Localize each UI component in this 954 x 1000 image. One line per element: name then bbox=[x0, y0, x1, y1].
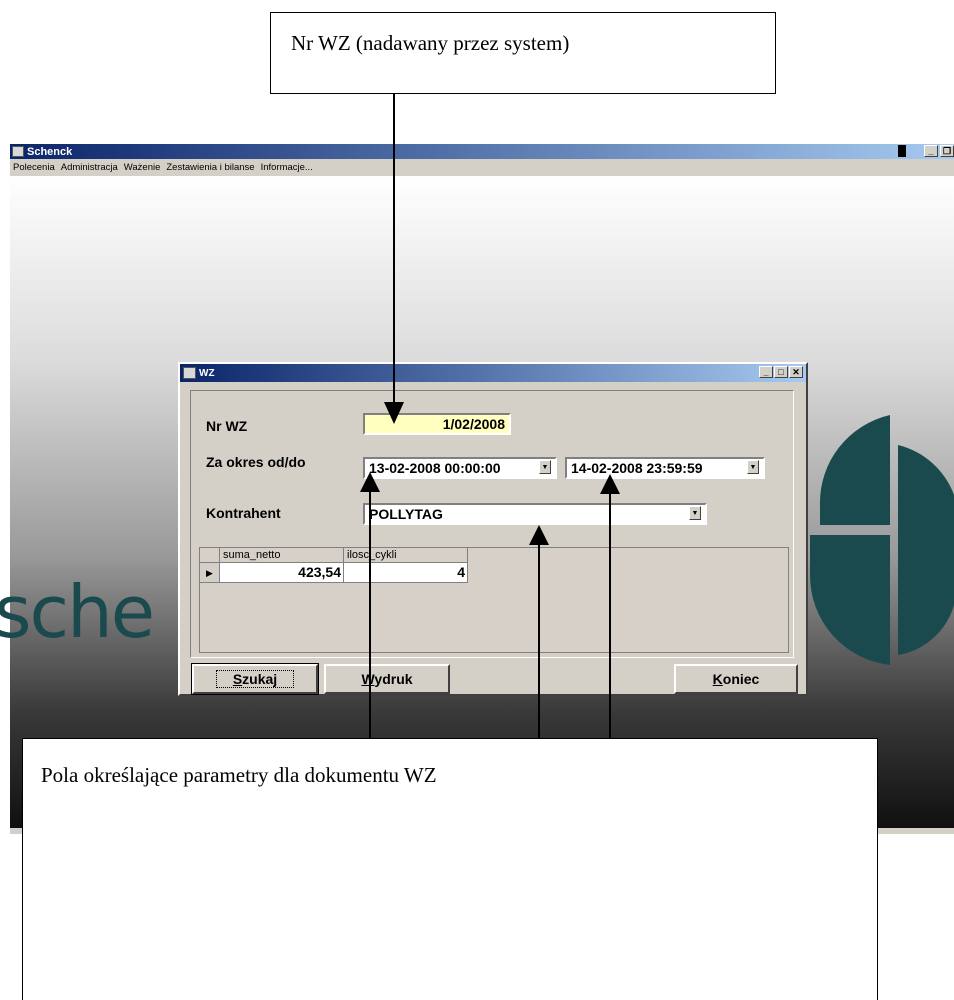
wydruk-button[interactable]: Wydruk bbox=[324, 664, 450, 694]
wz-window-controls: _ □ ✕ bbox=[759, 366, 803, 378]
label-kontrahent: Kontrahent bbox=[206, 505, 281, 521]
row-indicator-icon: ▶ bbox=[200, 563, 220, 583]
date-to-value: 14-02-2008 23:59:59 bbox=[571, 460, 703, 476]
annotation-bottom-callout: Pola określające parametry dla dokumentu… bbox=[22, 738, 878, 1000]
szukaj-button[interactable]: Szukaj bbox=[191, 663, 319, 695]
label-nr-wz: Nr WZ bbox=[206, 418, 248, 434]
table-row[interactable]: ▶ 423,54 4 bbox=[200, 563, 468, 583]
annotation-top-callout: Nr WZ (nadawany przez system) bbox=[270, 12, 776, 94]
black-marker bbox=[898, 145, 906, 157]
szukaj-label: Szukaj bbox=[215, 670, 295, 688]
annotation-bottom-text: Pola określające parametry dla dokumentu… bbox=[41, 763, 437, 787]
close-icon[interactable]: ✕ bbox=[789, 366, 803, 378]
koniec-button[interactable]: Koniec bbox=[674, 664, 798, 694]
wz-titlebar: WZ _ □ ✕ bbox=[180, 364, 806, 382]
date-from-picker[interactable]: 13-02-2008 00:00:00 ▼ bbox=[363, 457, 557, 479]
annotation-top-text: Nr WZ (nadawany przez system) bbox=[291, 31, 570, 55]
wz-title: WZ bbox=[199, 367, 215, 379]
grid-corner bbox=[200, 548, 220, 563]
col-header-ilosc-cykli[interactable]: ilosc_cykli bbox=[344, 548, 468, 563]
nr-wz-value: 1/02/2008 bbox=[442, 416, 505, 432]
schenck-logo-mark bbox=[809, 415, 954, 665]
kontrahent-value: POLLYTAG bbox=[369, 506, 443, 522]
kontrahent-select[interactable]: POLLYTAG ▼ bbox=[363, 503, 707, 525]
cell-suma-netto[interactable]: 423,54 bbox=[220, 563, 344, 583]
menu-informacje[interactable]: Informacje... bbox=[258, 162, 316, 173]
menu-wazenie[interactable]: Ważenie bbox=[121, 162, 164, 173]
chevron-down-icon[interactable]: ▼ bbox=[539, 460, 551, 474]
app-icon bbox=[12, 146, 24, 157]
wz-form-panel: Nr WZ 1/02/2008 Za okres od/do 13-02-200… bbox=[190, 390, 794, 658]
minimize-icon[interactable]: _ bbox=[924, 145, 938, 157]
wydruk-label: Wydruk bbox=[361, 671, 413, 687]
chevron-down-icon[interactable]: ▼ bbox=[689, 506, 701, 520]
koniec-label: Koniec bbox=[712, 671, 760, 687]
app-title: Schenck bbox=[27, 145, 73, 158]
menubar: Polecenia Administracja Ważenie Zestawie… bbox=[10, 159, 954, 176]
menu-zestawienia[interactable]: Zestawienia i bilanse bbox=[163, 162, 257, 173]
menu-polecenia[interactable]: Polecenia bbox=[10, 162, 58, 173]
schenck-logo-text: sche bbox=[0, 570, 155, 654]
grid-header: suma_netto ilosc_cykli bbox=[200, 548, 468, 563]
menu-administracja[interactable]: Administracja bbox=[58, 162, 121, 173]
date-from-value: 13-02-2008 00:00:00 bbox=[369, 460, 501, 476]
maximize-icon[interactable]: □ bbox=[774, 366, 788, 378]
results-grid[interactable]: suma_netto ilosc_cykli ▶ 423,54 4 bbox=[199, 547, 789, 653]
cell-ilosc-cykli[interactable]: 4 bbox=[344, 563, 468, 583]
label-okres: Za okres od/do bbox=[206, 454, 306, 470]
dialog-icon bbox=[183, 367, 196, 379]
date-to-picker[interactable]: 14-02-2008 23:59:59 ▼ bbox=[565, 457, 765, 479]
chevron-down-icon[interactable]: ▼ bbox=[747, 460, 759, 474]
wz-dialog: WZ _ □ ✕ Nr WZ 1/02/2008 Za okres od/do … bbox=[178, 362, 808, 696]
app-titlebar: Schenck _ ❐ bbox=[10, 144, 954, 159]
col-header-suma-netto[interactable]: suma_netto bbox=[220, 548, 344, 563]
nr-wz-field[interactable]: 1/02/2008 bbox=[363, 413, 511, 435]
restore-icon[interactable]: ❐ bbox=[940, 145, 954, 157]
minimize-icon[interactable]: _ bbox=[759, 366, 773, 378]
app-window-controls: _ ❐ bbox=[898, 145, 954, 157]
